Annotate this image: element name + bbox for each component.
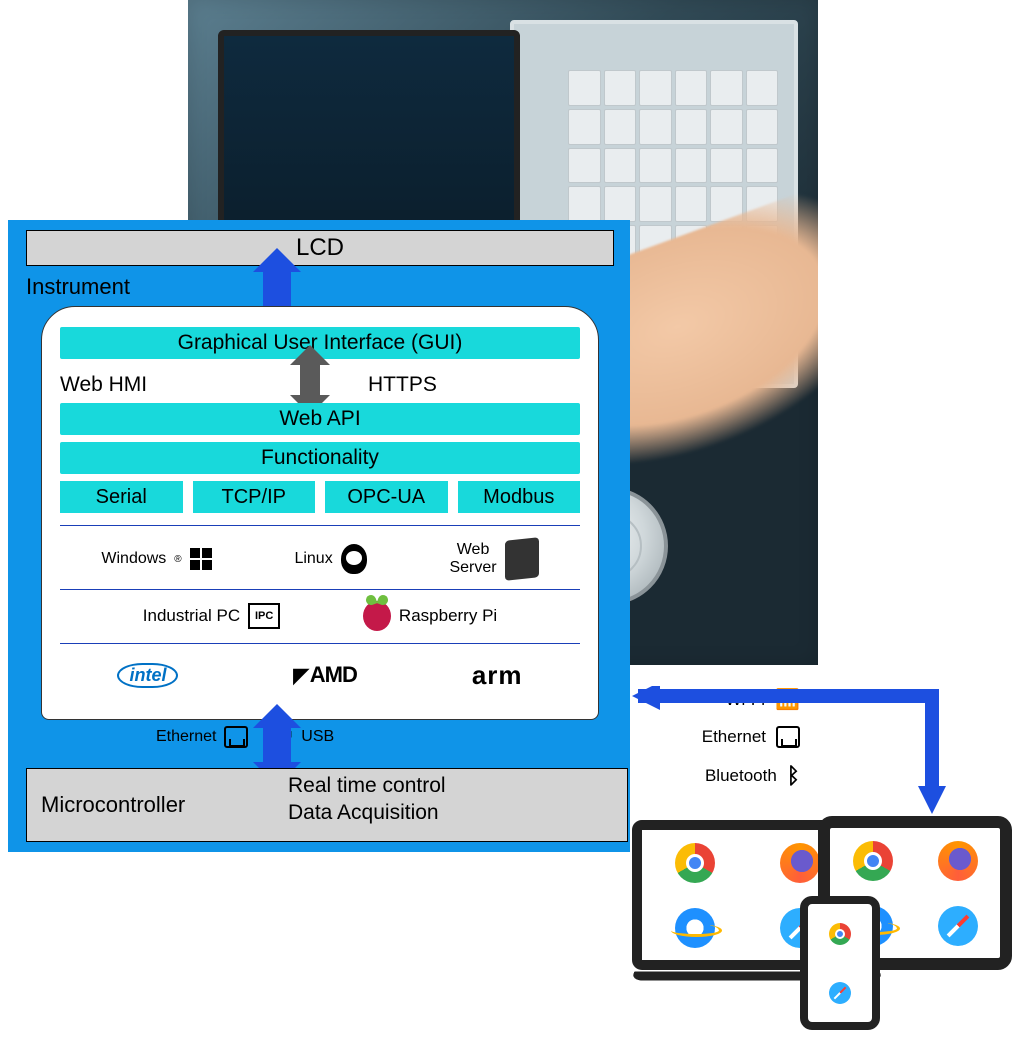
protocol-modbus: Modbus [458,481,581,513]
firefox-icon [938,841,978,881]
ie-icon [675,908,715,948]
os-webserver: Web Server [449,539,538,579]
chip-row: intel AMD arm [60,655,580,695]
arm-logo-icon: arm [472,660,523,691]
os-windows: Windows® [101,548,211,570]
architecture-panel: LCD Instrument Graphical User Interface … [8,220,630,852]
firefox-icon [780,843,820,883]
instrument-mc-arrow-icon [263,728,291,762]
divider [60,589,580,590]
os-linux: Linux [294,544,366,574]
instrument-label: Instrument [26,274,130,300]
ipc-icon: IPC [248,603,280,629]
intel-logo-icon: intel [117,663,178,688]
linux-tux-icon [341,544,367,574]
https-label: HTTPS [368,373,437,397]
os-row: Windows® Linux Web Server [60,537,580,581]
chrome-icon [829,923,851,945]
protocol-opcua: OPC-UA [325,481,448,513]
protocols-row: Serial TCP/IP OPC-UA Modbus [60,481,580,513]
phone-icon [800,896,880,1030]
chrome-icon [853,841,893,881]
lcd-label: LCD [296,234,344,262]
webhmi-label: Web HMI [60,373,147,397]
amd-logo-icon: AMD [293,662,357,688]
hw-industrial-pc: Industrial PC IPC [143,603,280,629]
bus-row: Ethernet ⑂ USB [156,726,334,748]
divider [60,525,580,526]
functionality-layer: Functionality [60,442,580,474]
webapi-layer: Web API [60,403,580,435]
client-devices [632,790,1012,1028]
ethernet-label: Ethernet [156,726,248,748]
mc-description: Real time control Data Acquisition [288,772,446,827]
raspberry-pi-icon [363,601,391,631]
safari-icon [829,982,851,1004]
hardware-row: Industrial PC IPC Raspberry Pi [60,599,580,633]
lcd-bar: LCD [26,230,614,266]
ethernet-port-icon [224,726,248,748]
chrome-icon [675,843,715,883]
lcd-gui-arrow-icon [263,272,291,306]
protocol-serial: Serial [60,481,183,513]
safari-icon [938,906,978,946]
microcontroller-label: Microcontroller [41,792,185,818]
divider [60,643,580,644]
server-icon [505,537,539,581]
protocol-tcpip: TCP/IP [193,481,316,513]
windows-icon [190,548,212,570]
gui-webapi-arrow-icon [300,365,320,395]
instrument-card: Graphical User Interface (GUI) Web HMI H… [41,306,599,720]
hw-raspberry-pi: Raspberry Pi [363,601,497,631]
